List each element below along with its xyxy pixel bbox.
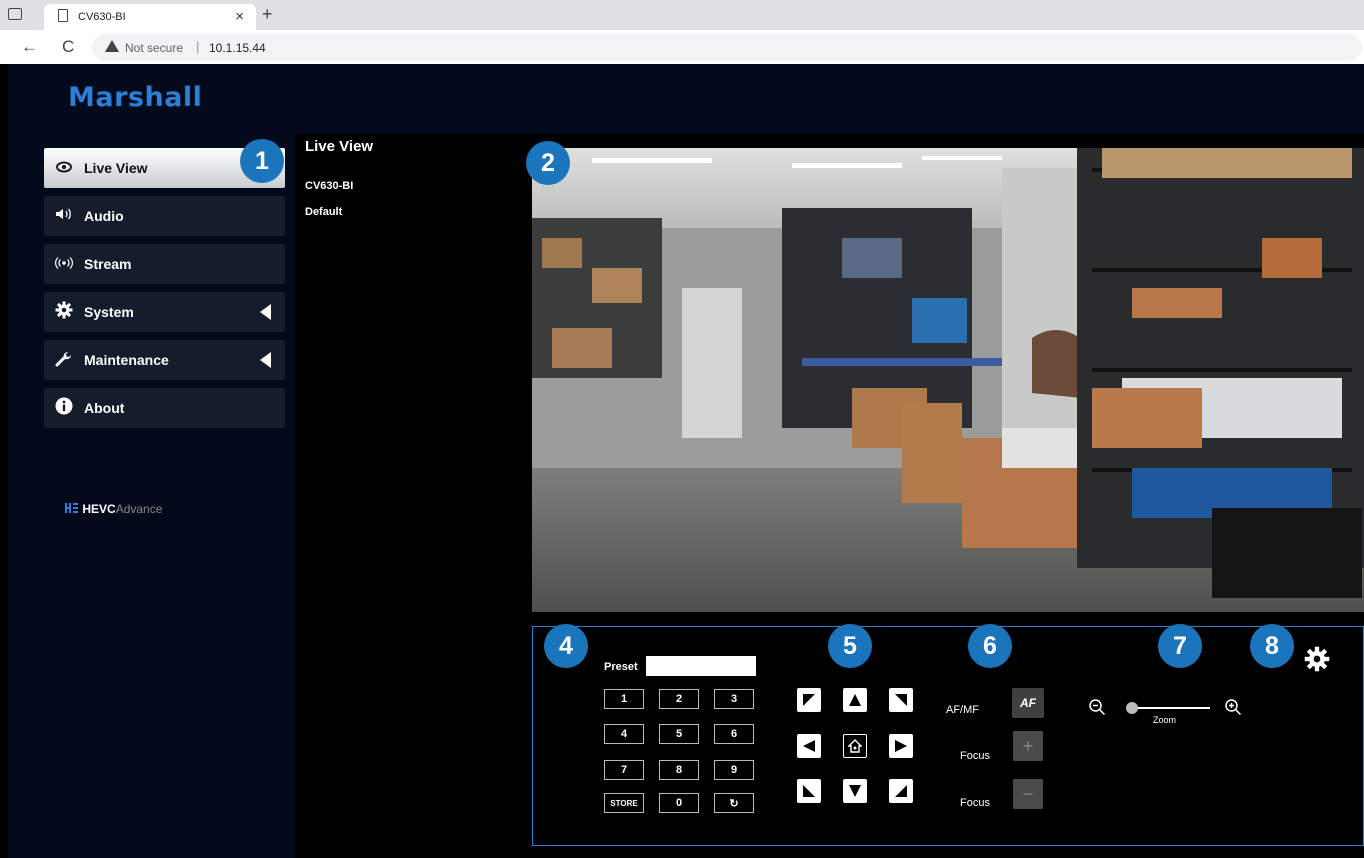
callout-8-badge: 8 [1250, 624, 1294, 668]
preset-reset-button[interactable]: ↻ [714, 793, 754, 813]
wrench-icon [44, 349, 84, 371]
sidebar-item-label: Audio [84, 208, 124, 224]
page-header: Marshall [8, 64, 1364, 134]
arrow-up-icon [849, 694, 861, 706]
preset-label: Preset [604, 661, 638, 673]
settings-gear-icon[interactable] [1304, 646, 1330, 677]
sidebar-item-label: Maintenance [84, 352, 169, 368]
warning-icon [105, 40, 119, 52]
window-menu-icon[interactable] [8, 8, 22, 20]
sidebar-item-maintenance[interactable]: Maintenance [44, 340, 285, 380]
expand-arrow-icon [260, 304, 271, 320]
arrow-down-icon [849, 785, 861, 797]
sidebar-item-stream[interactable]: Stream [44, 244, 285, 284]
callout-7-badge: 7 [1158, 624, 1202, 668]
home-icon [848, 739, 862, 753]
back-arrow-icon[interactable]: ← [21, 37, 38, 57]
browser-tab-strip: CV630-BI × + [0, 0, 1364, 30]
tab-title: CV630-BI [78, 11, 126, 23]
page-title: Live View [305, 138, 374, 155]
advance-text: Advance [115, 502, 163, 516]
preset-key-3[interactable]: 3 [714, 689, 754, 709]
sidebar-item-label: Stream [84, 256, 132, 272]
preset-key-8[interactable]: 8 [659, 760, 699, 780]
callout-1-badge: 1 [240, 139, 284, 183]
zoom-in-icon[interactable] [1224, 698, 1242, 721]
arrow-left-icon [803, 740, 815, 752]
pan-down-right-button[interactable] [889, 779, 913, 803]
browser-tab[interactable]: CV630-BI × [44, 4, 256, 30]
info-icon [44, 397, 84, 419]
focus-plus-button[interactable]: + [1013, 731, 1043, 761]
preset-key-5[interactable]: 5 [659, 724, 699, 744]
url-separator: | [196, 39, 200, 54]
tab-close-icon[interactable]: × [235, 8, 244, 25]
pan-right-button[interactable] [889, 734, 913, 758]
pan-left-button[interactable] [797, 734, 821, 758]
zoom-slider-track[interactable] [1130, 707, 1210, 709]
marshall-logo: Marshall [68, 82, 203, 113]
sidebar: Live View Audio Stream System Maintenanc… [8, 134, 295, 858]
preset-key-4[interactable]: 4 [604, 724, 644, 744]
sidebar-item-system[interactable]: System [44, 292, 285, 332]
arrow-up-right-icon [895, 694, 907, 706]
hevc-mark-icon [65, 503, 78, 513]
sidebar-item-label: About [84, 400, 125, 416]
eye-icon [44, 160, 84, 177]
reload-icon[interactable]: C [62, 37, 74, 57]
tilt-down-button[interactable] [843, 779, 867, 803]
zoom-slider-handle[interactable] [1126, 702, 1138, 714]
arrow-down-right-icon [895, 785, 907, 797]
zoom-out-icon[interactable] [1088, 698, 1106, 721]
pan-up-right-button[interactable] [889, 688, 913, 712]
video-frame [532, 148, 1364, 612]
pan-up-left-button[interactable] [797, 688, 821, 712]
preset-key-0[interactable]: 0 [659, 793, 699, 813]
focus-near-label: Focus [960, 750, 990, 762]
live-video-feed[interactable] [532, 148, 1364, 612]
expand-arrow-icon [260, 352, 271, 368]
preset-key-9[interactable]: 9 [714, 760, 754, 780]
sidebar-item-label: System [84, 304, 134, 320]
page-icon [58, 9, 68, 22]
preset-key-1[interactable]: 1 [604, 689, 644, 709]
focus-far-label: Focus [960, 797, 990, 809]
hevc-advance-logo: HEVCAdvance [65, 502, 162, 516]
camera-name: CV630-BI [305, 180, 354, 192]
sidebar-item-label: Live View [84, 160, 148, 176]
hevc-text: HEVC [82, 502, 116, 516]
sidebar-item-audio[interactable]: Audio [44, 196, 285, 236]
tilt-up-button[interactable] [843, 688, 867, 712]
broadcast-icon [44, 256, 84, 273]
callout-4-badge: 4 [544, 624, 588, 668]
preset-store-button[interactable]: STORE [604, 793, 644, 813]
profile-name: Default [305, 206, 343, 218]
preset-key-7[interactable]: 7 [604, 760, 644, 780]
security-status: Not secure [125, 41, 184, 55]
address-bar-row: ← C Not secure | 10.1.15.44 [0, 30, 1364, 64]
afmf-label: AF/MF [946, 704, 979, 716]
url-bar[interactable]: Not secure | 10.1.15.44 [92, 34, 1362, 61]
url-text: 10.1.15.44 [209, 41, 266, 55]
preset-key-6[interactable]: 6 [714, 724, 754, 744]
sidebar-item-about[interactable]: About [44, 388, 285, 428]
new-tab-icon[interactable]: + [262, 4, 273, 25]
callout-6-badge: 6 [968, 624, 1012, 668]
gear-icon [44, 301, 84, 323]
pan-down-left-button[interactable] [797, 779, 821, 803]
callout-5-badge: 5 [828, 624, 872, 668]
arrow-right-icon [895, 740, 907, 752]
preset-key-2[interactable]: 2 [659, 689, 699, 709]
preset-input[interactable] [646, 656, 756, 676]
focus-minus-button[interactable]: − [1013, 779, 1043, 809]
arrow-up-left-icon [803, 694, 815, 706]
info-column: Live View CV630-BI Default [295, 134, 531, 858]
arrow-down-left-icon [803, 785, 815, 797]
callout-2-badge: 2 [526, 141, 570, 185]
speaker-icon [44, 207, 84, 225]
ptz-home-button[interactable] [843, 734, 867, 758]
zoom-label: Zoom [1153, 715, 1177, 725]
af-toggle-button[interactable]: AF [1012, 688, 1044, 718]
camera-web-ui: Marshall Live View Audio Stream System M… [8, 64, 1364, 858]
